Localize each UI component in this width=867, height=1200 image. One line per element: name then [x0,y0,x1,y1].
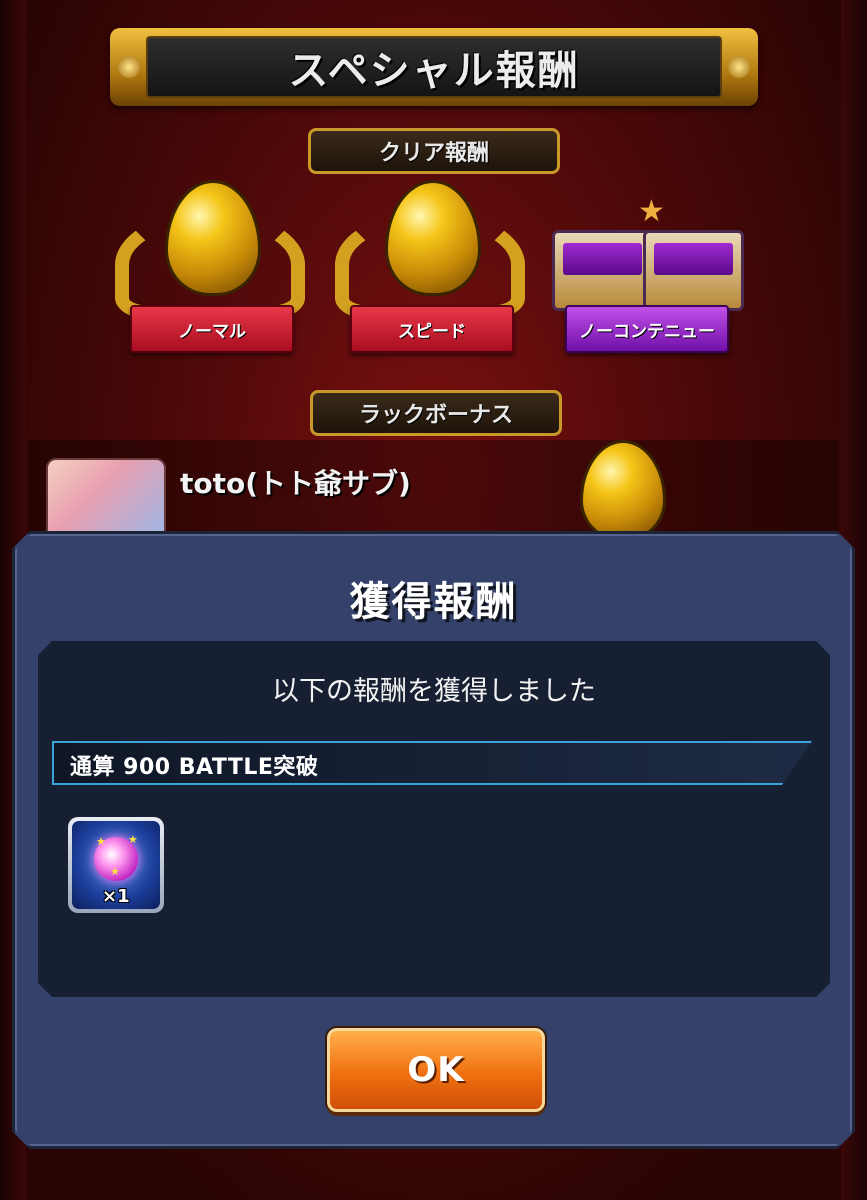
reward-label: スピード [350,305,514,353]
dialog-title: 獲得報酬 [349,579,518,625]
star-icon: ★ [128,833,138,846]
egg-icon [165,180,261,296]
title-banner: スペシャル報酬 [110,28,758,106]
reward-label: ノーマル [130,305,294,353]
reward-panel: 以下の報酬を獲得しました 通算 900 BATTLE突破 ★ ★ ★ ×1 [38,641,830,997]
title-plate: スペシャル報酬 [146,36,722,98]
reward-dialog: 獲得報酬 以下の報酬を獲得しました 通算 900 BATTLE突破 ★ ★ ★ … [12,531,855,1149]
avatar [46,458,166,542]
star-icon: ★ [96,835,106,848]
clear-rewards-label: クリア報酬 [308,128,560,174]
milestone-text: 通算 900 BATTLE突破 [70,755,319,780]
bolt-icon [728,56,750,78]
star-icon: ★ [110,865,120,878]
reward-speed: スピード [335,180,525,380]
reward-normal: ノーマル [115,180,305,380]
reward-item-tile[interactable]: ★ ★ ★ ×1 [68,817,164,913]
treasure-chest-icon [643,230,744,311]
reward-label: ノーコンテニュー [565,305,729,353]
luck-bonus-label: ラックボーナス [310,390,562,436]
player-name: toto(トト爺サブ) [180,467,411,500]
treasure-chest-icon [552,230,653,311]
ok-button[interactable]: OK [327,1028,545,1112]
page-title: スペシャル報酬 [288,48,580,94]
reward-no-continue: ★ ノーコンテニュー [550,180,744,380]
reward-message: 以下の報酬を獲得しました [272,676,596,707]
item-count: ×1 [102,886,130,907]
milestone-banner: 通算 900 BATTLE突破 [52,741,812,785]
bolt-icon [118,56,140,78]
orb-icon: ★ ★ ★ ×1 [72,821,160,909]
star-icon: ★ [638,194,665,229]
egg-icon [385,180,481,296]
